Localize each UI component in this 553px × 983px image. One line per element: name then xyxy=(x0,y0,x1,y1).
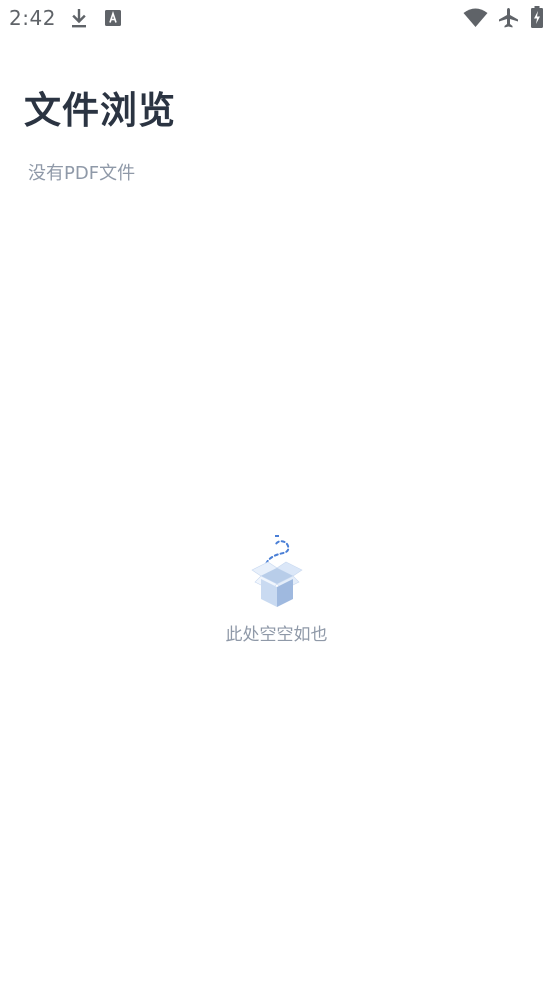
status-bar: 2:42 xyxy=(0,0,553,38)
empty-state: 此处空空如也 xyxy=(0,532,553,645)
page-title: 文件浏览 xyxy=(24,89,176,132)
wifi-icon xyxy=(463,8,488,27)
battery-charging-icon xyxy=(531,6,543,28)
open-box-icon xyxy=(250,535,303,607)
airplane-icon xyxy=(499,8,518,28)
empty-hint-text: 没有PDF文件 xyxy=(28,163,136,184)
download-icon xyxy=(72,9,86,28)
empty-state-text: 此处空空如也 xyxy=(225,625,328,645)
status-time: 2:42 xyxy=(9,6,56,30)
screen: 2:42 文件浏览 没有PDF文件 此处空空如也 xyxy=(0,0,553,983)
keyboard-a-icon xyxy=(105,10,121,26)
